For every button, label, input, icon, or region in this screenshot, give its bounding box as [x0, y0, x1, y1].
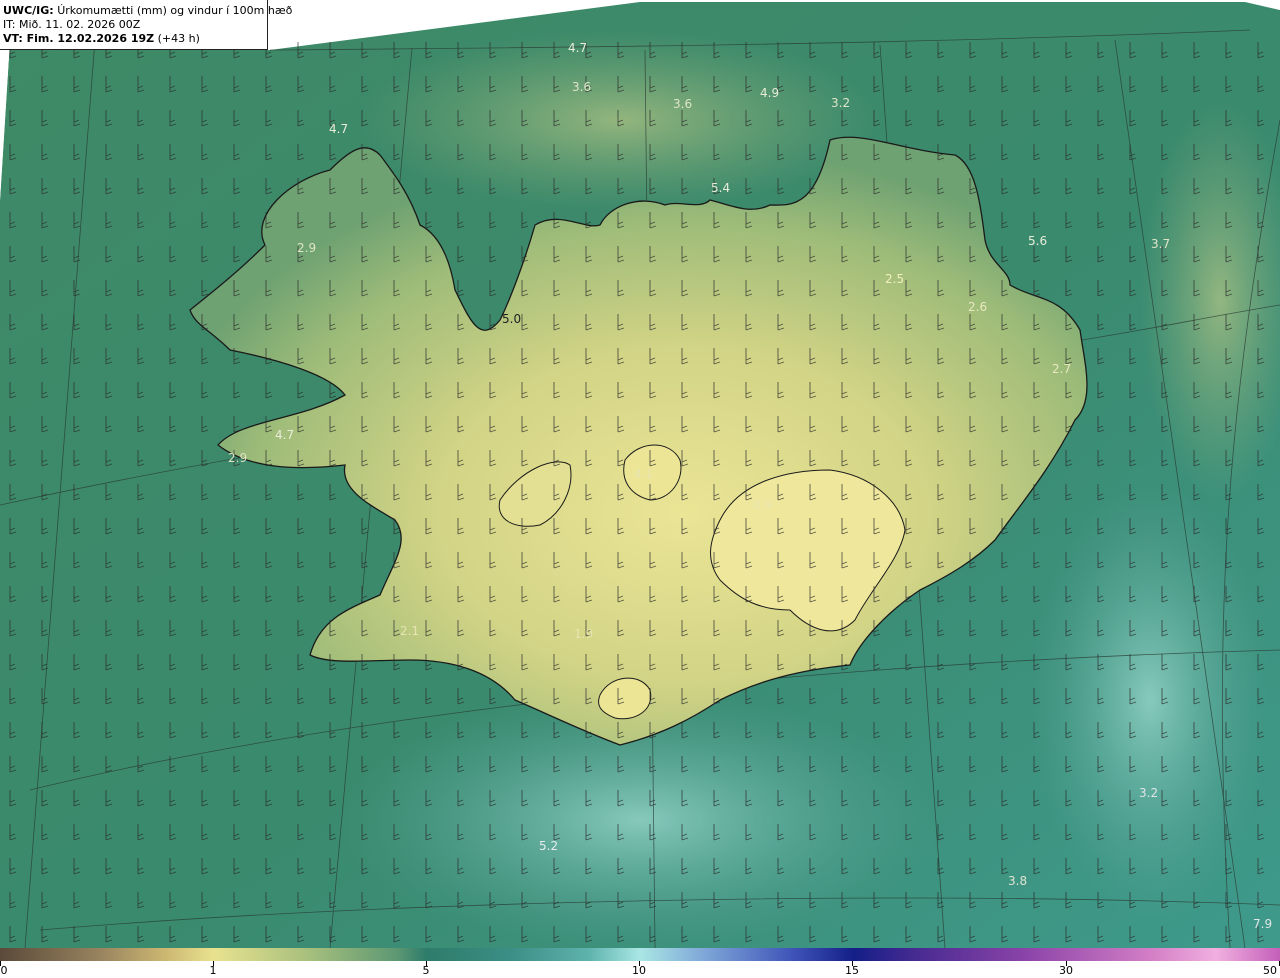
value-label: 5.0	[502, 312, 521, 326]
value-label: 5.2	[539, 839, 558, 853]
value-label: 2.9	[228, 451, 247, 465]
value-label: 2.5	[885, 272, 904, 286]
value-label: 4.7	[568, 41, 587, 55]
colorbar: 0 1 5 10 15 30 50	[0, 948, 1280, 978]
value-label: 2.7	[1052, 362, 1071, 376]
parameter-description: Úrkomumætti (mm) og vindur í 100m hæð	[57, 4, 293, 17]
value-label: 3.8	[1008, 874, 1027, 888]
value-label: 4.7	[329, 122, 348, 136]
value-label: 4.1	[634, 467, 653, 481]
colorbar-gradient	[0, 948, 1280, 961]
value-label: 2.1	[400, 624, 419, 638]
value-label: 5.4	[711, 181, 730, 195]
valid-time: VT: Fim. 12.02.2026 19Z	[3, 32, 155, 45]
value-label: 2.9	[297, 241, 316, 255]
value-label: 2.6	[968, 300, 987, 314]
colorbar-tick-label: 10	[632, 964, 646, 977]
colorbar-tick-label: 1	[209, 964, 217, 977]
value-label: 5.6	[1028, 234, 1047, 248]
colorbar-tick-label: 15	[845, 964, 859, 977]
map-header: UWC/IG: Úrkomumætti (mm) og vindur í 100…	[0, 0, 292, 50]
value-label: 4.7	[275, 428, 294, 442]
initial-time: IT: Mið. 11. 02. 2026 00Z	[3, 18, 141, 31]
value-label: 3.2	[831, 96, 850, 110]
header-line-1: UWC/IG: Úrkomumætti (mm) og vindur í 100…	[3, 4, 292, 18]
value-label: 0.9	[753, 498, 772, 512]
header-line-3: VT: Fim. 12.02.2026 19Z (+43 h)	[3, 32, 264, 46]
value-label: 1.9	[574, 627, 593, 641]
value-label: 3.6	[572, 80, 591, 94]
colorbar-tick-label: 5	[422, 964, 430, 977]
value-label: 3.7	[1151, 237, 1170, 251]
value-label: 4.9	[760, 86, 779, 100]
value-label: 3.6	[673, 97, 692, 111]
colorbar-tick-label: 30	[1059, 964, 1073, 977]
colorbar-tick-label: 0	[0, 964, 8, 977]
colorbar-tick-label: 50	[1263, 964, 1277, 977]
forecast-lead: (+43 h)	[157, 32, 200, 45]
wind-barbs	[0, 40, 1280, 948]
precipitation-map: 4.7 3.6 3.6 4.9 3.2 4.7 5.4 5.6 3.7 2.9 …	[0, 0, 1280, 948]
value-label: 7.9	[1253, 917, 1272, 931]
model-name: UWC/IG:	[3, 4, 54, 17]
value-label: 3.2	[1139, 786, 1158, 800]
